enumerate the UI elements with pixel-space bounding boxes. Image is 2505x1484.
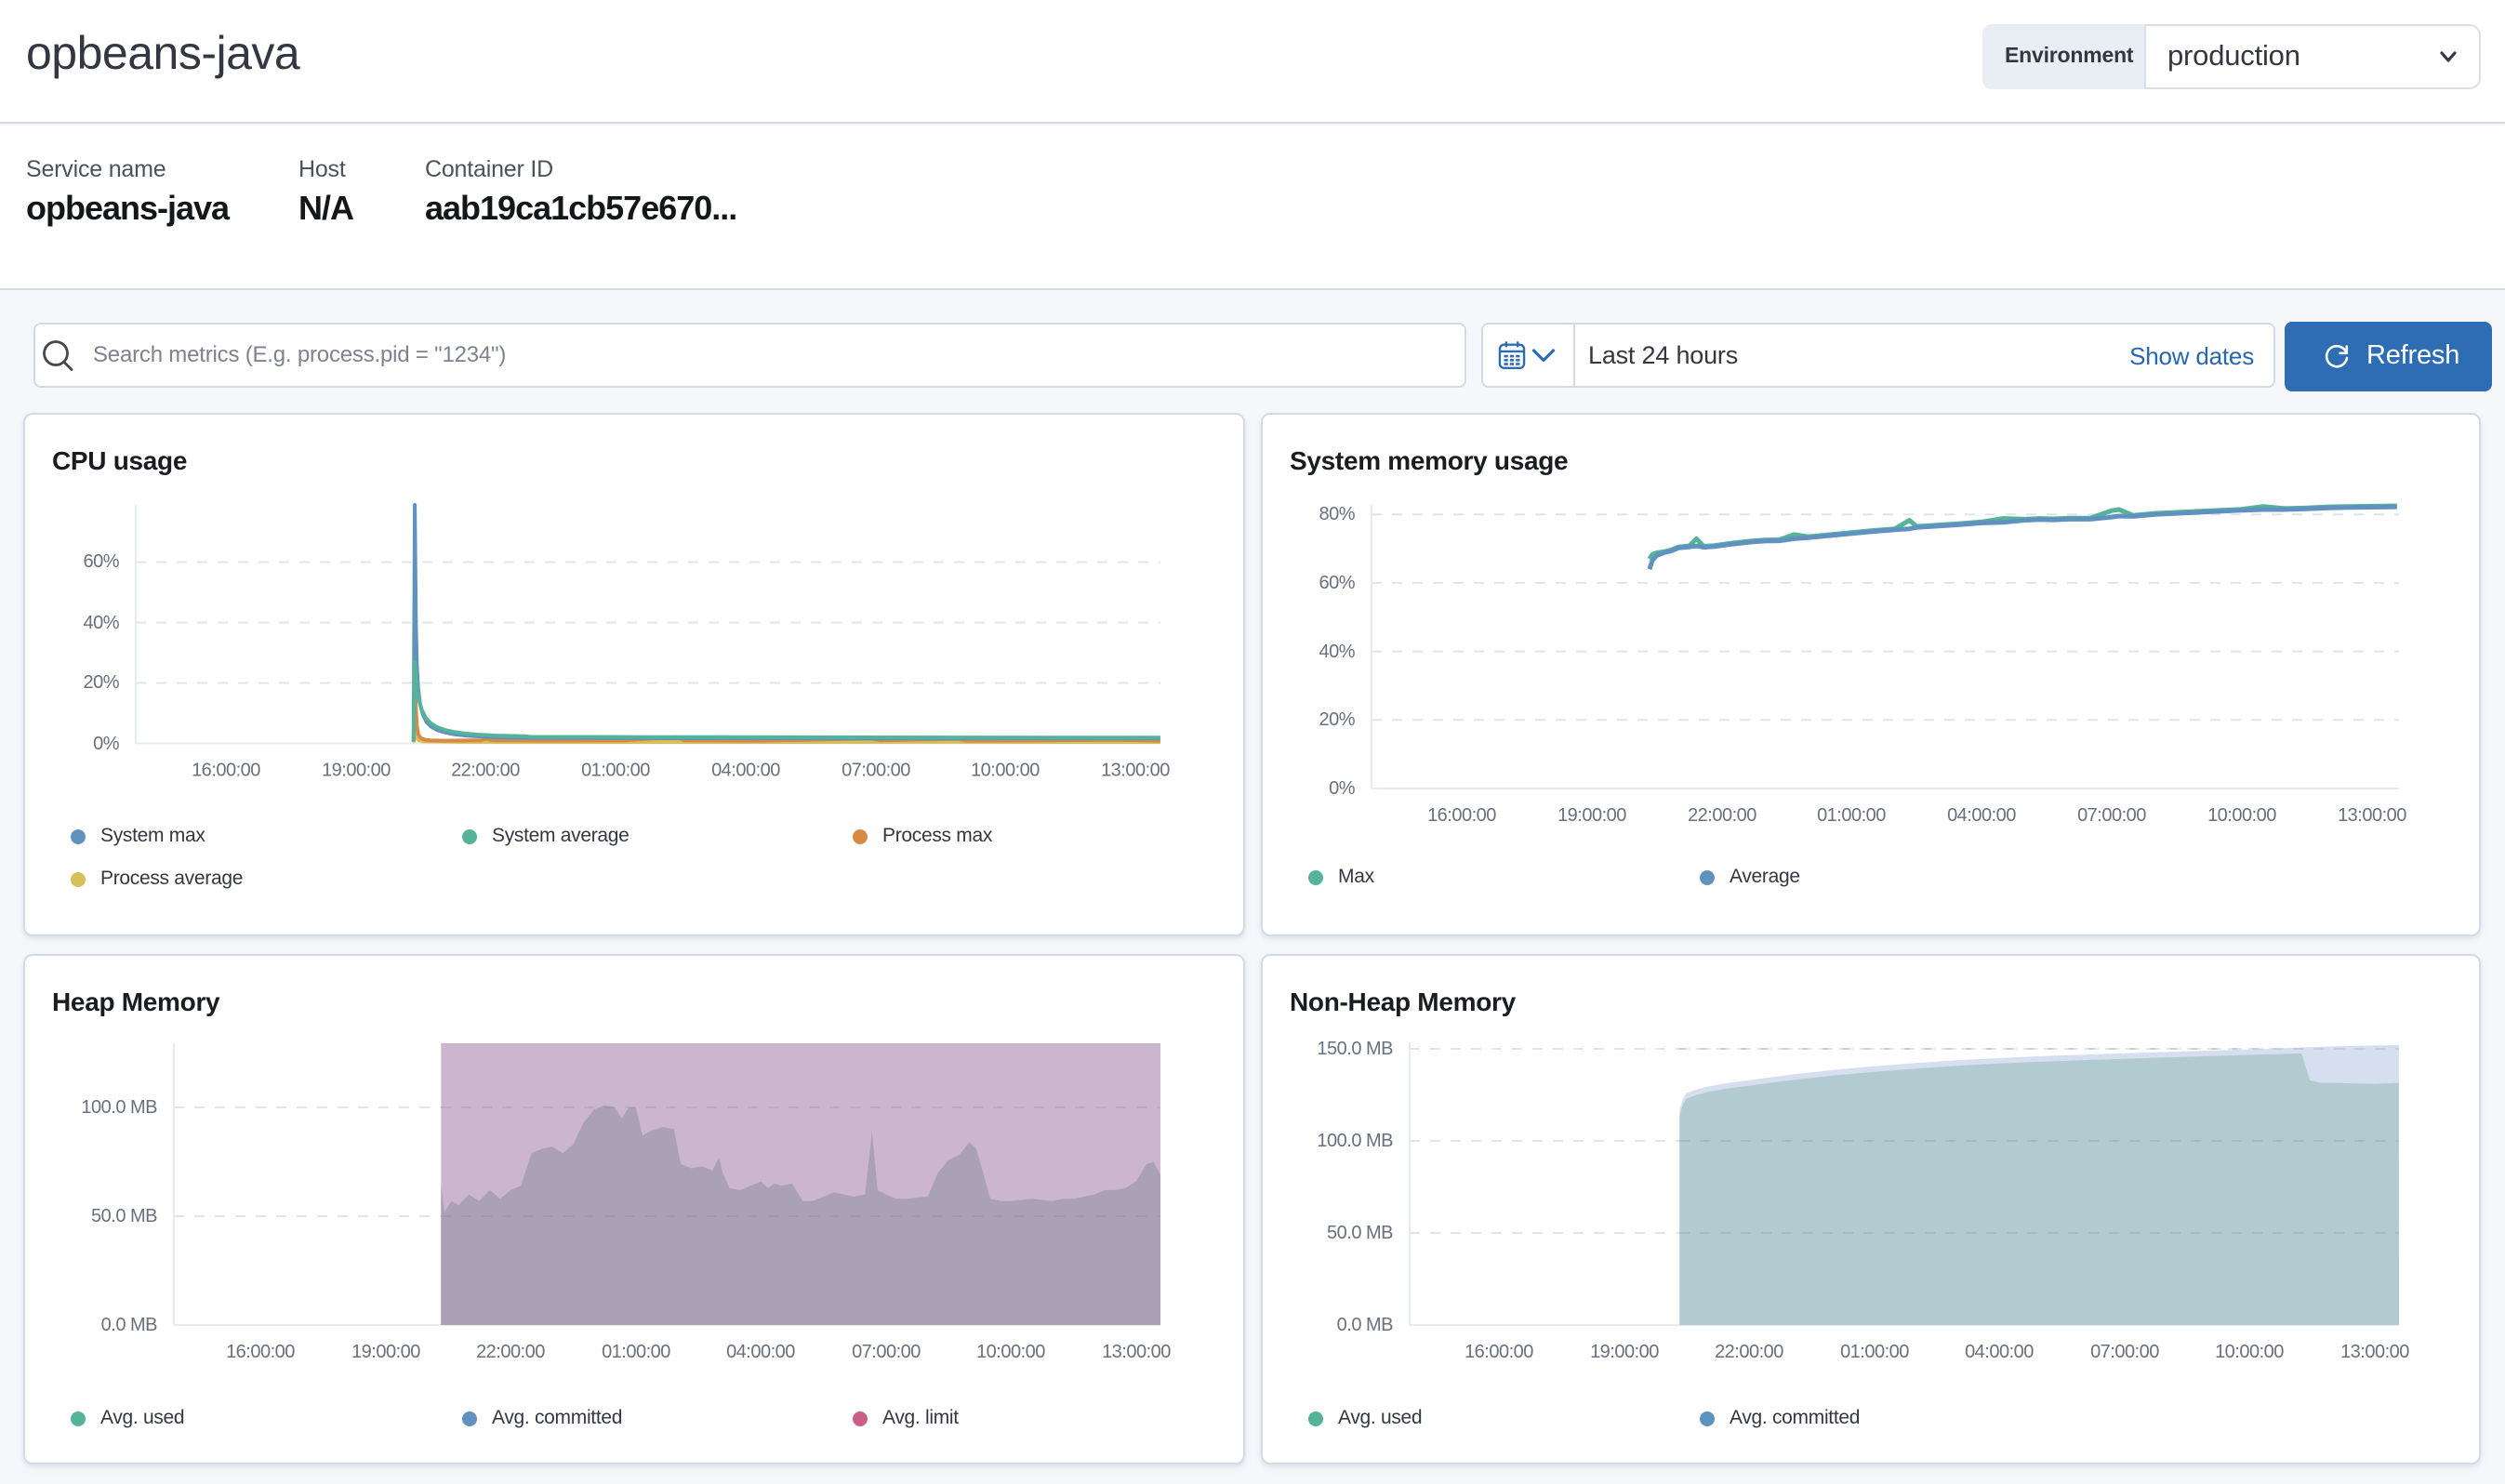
svg-text:13:00:00: 13:00:00: [2338, 805, 2406, 826]
svg-text:07:00:00: 07:00:00: [852, 1342, 921, 1362]
svg-text:22:00:00: 22:00:00: [476, 1342, 545, 1362]
svg-text:50.0 MB: 50.0 MB: [91, 1206, 157, 1226]
svg-text:100.0 MB: 100.0 MB: [1317, 1131, 1393, 1151]
svg-text:01:00:00: 01:00:00: [581, 761, 650, 781]
svg-text:40%: 40%: [83, 613, 119, 633]
svg-text:07:00:00: 07:00:00: [2090, 1342, 2159, 1362]
svg-text:16:00:00: 16:00:00: [226, 1342, 295, 1362]
svg-text:19:00:00: 19:00:00: [322, 761, 391, 781]
svg-text:19:00:00: 19:00:00: [1590, 1342, 1659, 1362]
svg-text:07:00:00: 07:00:00: [842, 761, 910, 781]
svg-text:19:00:00: 19:00:00: [1557, 805, 1626, 826]
svg-text:01:00:00: 01:00:00: [1840, 1342, 1909, 1362]
svg-text:19:00:00: 19:00:00: [351, 1342, 420, 1362]
svg-text:13:00:00: 13:00:00: [1102, 1342, 1171, 1362]
svg-text:100.0 MB: 100.0 MB: [81, 1097, 157, 1118]
svg-text:16:00:00: 16:00:00: [1427, 805, 1496, 826]
svg-text:0.0 MB: 0.0 MB: [1337, 1315, 1394, 1335]
svg-text:04:00:00: 04:00:00: [726, 1342, 795, 1362]
svg-text:10:00:00: 10:00:00: [971, 761, 1040, 781]
svg-text:10:00:00: 10:00:00: [2207, 805, 2276, 826]
svg-text:20%: 20%: [83, 672, 119, 693]
svg-text:22:00:00: 22:00:00: [1715, 1342, 1783, 1362]
svg-text:04:00:00: 04:00:00: [711, 761, 780, 781]
svg-text:10:00:00: 10:00:00: [976, 1342, 1045, 1362]
svg-text:16:00:00: 16:00:00: [1465, 1342, 1533, 1362]
svg-text:80%: 80%: [1319, 504, 1355, 524]
svg-text:20%: 20%: [1319, 709, 1355, 730]
svg-text:150.0 MB: 150.0 MB: [1317, 1039, 1393, 1059]
svg-text:13:00:00: 13:00:00: [1101, 761, 1170, 781]
svg-text:04:00:00: 04:00:00: [1947, 805, 2016, 826]
svg-text:22:00:00: 22:00:00: [1688, 805, 1756, 826]
svg-text:50.0 MB: 50.0 MB: [1327, 1223, 1393, 1243]
svg-text:60%: 60%: [83, 551, 119, 572]
svg-text:16:00:00: 16:00:00: [192, 761, 260, 781]
svg-text:10:00:00: 10:00:00: [2215, 1342, 2284, 1362]
svg-text:0%: 0%: [1329, 778, 1356, 799]
svg-text:0%: 0%: [93, 734, 120, 754]
svg-text:01:00:00: 01:00:00: [1817, 805, 1886, 826]
svg-text:60%: 60%: [1319, 573, 1355, 593]
svg-text:22:00:00: 22:00:00: [451, 761, 520, 781]
svg-text:40%: 40%: [1319, 642, 1355, 662]
svg-text:13:00:00: 13:00:00: [2340, 1342, 2409, 1362]
svg-text:07:00:00: 07:00:00: [2077, 805, 2146, 826]
svg-text:04:00:00: 04:00:00: [1965, 1342, 2034, 1362]
svg-text:0.0 MB: 0.0 MB: [101, 1315, 158, 1335]
svg-text:01:00:00: 01:00:00: [602, 1342, 670, 1362]
